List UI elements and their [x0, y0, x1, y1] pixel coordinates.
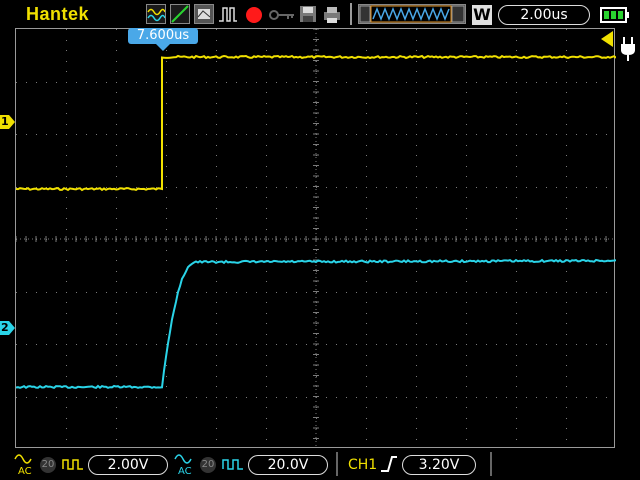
ch1-volts-div[interactable]: 2.00V — [88, 455, 168, 475]
ch2-volts-div[interactable]: 20.0V — [248, 455, 328, 475]
acquire-mode-indicator[interactable]: W — [472, 5, 492, 25]
toolbar-separator — [350, 3, 352, 25]
ch1-trace — [16, 54, 616, 192]
print-icon[interactable] — [322, 4, 342, 24]
brand-logo: Hantek — [26, 4, 90, 24]
ch2-coupling: AC — [178, 466, 192, 477]
power-plug-icon — [621, 37, 635, 61]
memory-depth-icon[interactable] — [358, 4, 466, 24]
rising-edge-icon[interactable] — [380, 455, 398, 473]
ch1-marker[interactable]: 1 — [0, 115, 15, 129]
waveform-display[interactable] — [15, 28, 616, 449]
trigger-position-arrow-icon — [156, 44, 170, 51]
persistence-icon[interactable] — [194, 4, 214, 24]
bottom-separator — [336, 452, 338, 476]
trigger-level-arrow-icon[interactable] — [600, 30, 614, 48]
ch1-coupling-wave-icon — [14, 454, 32, 464]
ch2-bandwidth-icon — [222, 459, 243, 470]
ch1-bandwidth-icon — [62, 459, 83, 470]
top-status-bar: Hantek W 2.00us — [0, 0, 640, 28]
trigger-source[interactable]: CH1 — [348, 457, 377, 473]
pulse-icon[interactable] — [218, 4, 238, 24]
bottom-separator-2 — [490, 452, 492, 476]
save-icon[interactable] — [298, 4, 318, 24]
ch2-probe: 20 — [200, 457, 216, 473]
ch2-marker[interactable]: 2 — [0, 321, 15, 335]
battery-icon — [600, 7, 630, 23]
record-icon[interactable] — [244, 4, 264, 24]
ch1-coupling: AC — [18, 466, 32, 477]
ch1-probe: 20 — [40, 457, 56, 473]
ch2-coupling-wave-icon — [174, 454, 192, 464]
timebase-readout[interactable]: 2.00us — [498, 5, 590, 25]
trigger-level[interactable]: 3.20V — [402, 455, 476, 475]
ramp-icon[interactable] — [170, 4, 190, 24]
ch2-trace — [16, 258, 616, 390]
waveforms — [16, 54, 616, 390]
wave-icon[interactable] — [146, 4, 166, 24]
bottom-status-bar: AC 20 2.00V AC 20 20.0V CH1 3.20V — [0, 448, 640, 480]
trigger-position-label[interactable]: 7.600us — [128, 28, 198, 44]
key-icon — [268, 4, 296, 24]
